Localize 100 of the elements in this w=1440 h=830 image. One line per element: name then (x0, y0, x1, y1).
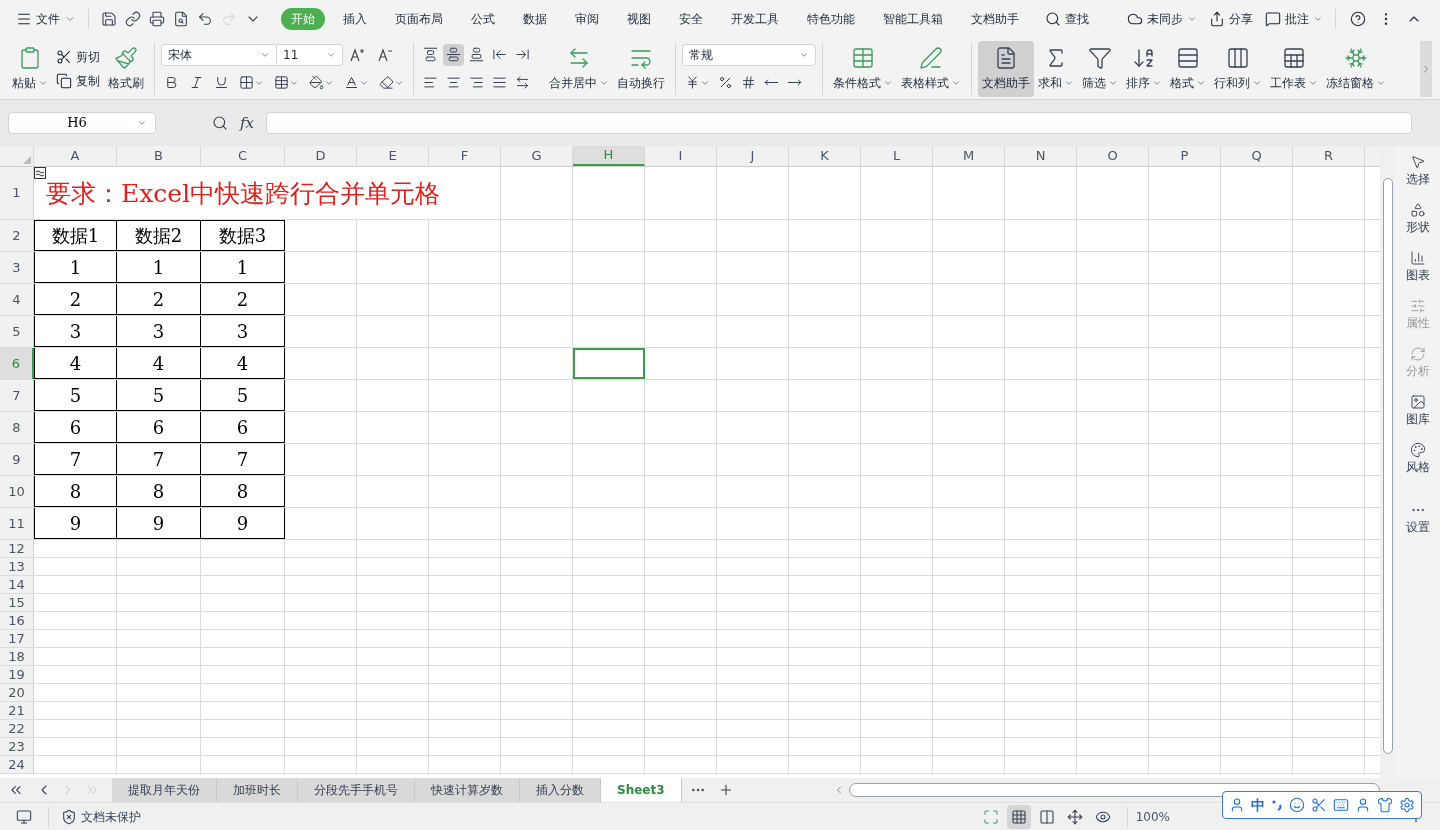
paste-button[interactable]: 粘贴 (8, 40, 52, 97)
column-header[interactable]: B (117, 146, 201, 166)
row-header[interactable]: 3 (0, 252, 34, 283)
column-header[interactable]: J (717, 146, 789, 166)
sheet-tab[interactable]: 分段先手手机号 (298, 778, 415, 802)
wrap-text-button[interactable]: 自动换行 (613, 40, 669, 97)
font-size-select[interactable]: 11 (277, 43, 343, 66)
row-header[interactable]: 5 (0, 316, 34, 347)
column-header[interactable]: P (1149, 146, 1221, 166)
row-header[interactable]: 22 (0, 720, 34, 737)
name-box[interactable]: H6 (8, 112, 156, 134)
zoom-level[interactable]: 100% (1135, 807, 1170, 826)
row-header[interactable]: 4 (0, 284, 34, 315)
column-header[interactable]: I (645, 146, 717, 166)
ribbon-tab[interactable]: 页面布局 (385, 8, 453, 30)
comment-button[interactable]: 批注 (1261, 10, 1327, 28)
settings-button[interactable]: 设置 (1405, 502, 1430, 536)
format-painter-button[interactable]: 格式刷 (104, 40, 148, 97)
row-header[interactable]: 16 (0, 612, 34, 629)
row-header[interactable]: 13 (0, 558, 34, 575)
row-header[interactable]: 21 (0, 702, 34, 719)
column-header[interactable]: L (861, 146, 933, 166)
row-header[interactable]: 12 (0, 540, 34, 557)
ribbon-tab[interactable]: 安全 (669, 8, 713, 30)
row-header[interactable]: 18 (0, 648, 34, 665)
sheet-tab[interactable]: 提取月年天份 (112, 778, 217, 802)
table-style-button[interactable]: 表格样式 (897, 40, 965, 97)
column-header[interactable]: N (1005, 146, 1077, 166)
ribbon-tab[interactable]: 特色功能 (797, 8, 865, 30)
sheet-tab[interactable]: 加班时长 (217, 778, 298, 802)
row-header[interactable]: 19 (0, 666, 34, 683)
ribbon-tab[interactable]: 开发工具 (721, 8, 789, 30)
column-header[interactable]: D (285, 146, 357, 166)
cut-button[interactable]: 剪切 (56, 47, 100, 66)
column-header[interactable]: K (789, 146, 861, 166)
row-header[interactable]: 15 (0, 594, 34, 611)
ribbon-tab[interactable]: 公式 (461, 8, 505, 30)
select-button[interactable]: 选择 (1405, 154, 1430, 188)
row-header[interactable]: 8 (0, 412, 34, 443)
formula-input[interactable] (266, 112, 1412, 134)
input-mode-label[interactable]: 中 (1251, 794, 1265, 816)
sort-button[interactable]: 排序 (1122, 40, 1166, 97)
column-header[interactable]: E (357, 146, 429, 166)
ribbon-tab[interactable]: 审阅 (565, 8, 609, 30)
row-header[interactable]: 17 (0, 630, 34, 647)
column-header[interactable]: R (1293, 146, 1365, 166)
shapes-button[interactable]: 形状 (1405, 202, 1430, 236)
worksheet-button[interactable]: 工作表 (1266, 40, 1322, 97)
active-cell[interactable] (573, 348, 645, 379)
align-center-icon (446, 75, 461, 90)
row-header[interactable]: 23 (0, 738, 34, 755)
merge-center-button[interactable]: 合并居中 (545, 40, 613, 97)
document-helper-button[interactable]: 文档助手 (978, 40, 1034, 97)
column-header[interactable]: A (34, 146, 117, 166)
sheet-tab[interactable]: 插入分数 (520, 778, 601, 802)
freeze-panes-button[interactable]: 冻结窗格 (1322, 40, 1390, 97)
filter-button[interactable]: 筛选 (1078, 40, 1122, 97)
row-header[interactable]: 2 (0, 220, 34, 251)
column-header[interactable]: M (933, 146, 1005, 166)
gallery-button[interactable]: 图库 (1405, 394, 1430, 428)
paste-options-icon[interactable] (34, 167, 46, 179)
sheet-tab[interactable]: Sheet3 (601, 778, 682, 802)
row-header[interactable]: 7 (0, 380, 34, 411)
ribbon-tab[interactable]: 文档助手 (961, 8, 1029, 30)
sync-button[interactable]: 未同步 (1123, 10, 1201, 28)
protection-status[interactable]: 文档未保护 (61, 807, 141, 826)
column-header[interactable]: F (429, 146, 501, 166)
row-header[interactable]: 14 (0, 576, 34, 593)
share-button[interactable]: 分享 (1205, 10, 1257, 28)
format-button[interactable]: 格式 (1166, 40, 1210, 97)
font-family-select[interactable]: 宋体 (161, 43, 277, 66)
sum-button[interactable]: 求和 (1034, 40, 1078, 97)
normal-view-button[interactable] (1006, 804, 1031, 829)
row-header[interactable]: 9 (0, 444, 34, 475)
align-middle-button[interactable] (443, 43, 464, 66)
ribbon-tab[interactable]: 插入 (333, 8, 377, 30)
column-header[interactable]: Q (1221, 146, 1293, 166)
row-header[interactable]: 1 (0, 167, 34, 219)
align-left-icon (423, 75, 438, 90)
row-header[interactable]: 10 (0, 476, 34, 507)
sheet-tab[interactable]: 快速计算岁数 (415, 778, 520, 802)
chart-button[interactable]: 图表 (1405, 250, 1430, 284)
column-header[interactable]: O (1077, 146, 1149, 166)
column-header[interactable]: C (201, 146, 285, 166)
row-header[interactable]: 11 (0, 508, 34, 539)
file-menu[interactable]: 文件 (12, 10, 80, 28)
ribbon-tab[interactable]: 视图 (617, 8, 661, 30)
function-button[interactable]: fx (240, 111, 254, 135)
rows-columns-button[interactable]: 行和列 (1210, 40, 1266, 97)
style-button[interactable]: 风格 (1405, 442, 1430, 476)
punctuation-icon[interactable] (1271, 799, 1283, 811)
ribbon-tab[interactable]: 数据 (513, 8, 557, 30)
row-header[interactable]: 24 (0, 756, 34, 773)
conditional-format-button[interactable]: 条件格式 (829, 40, 897, 97)
copy-button[interactable]: 复制 (56, 71, 100, 90)
row-header[interactable]: 20 (0, 684, 34, 701)
ribbon-tab[interactable]: 智能工具箱 (873, 8, 953, 30)
number-format-select[interactable]: 常规 (682, 43, 816, 66)
table-cell: 数据1 (34, 220, 117, 251)
search-button[interactable]: 查找 (1045, 10, 1089, 28)
